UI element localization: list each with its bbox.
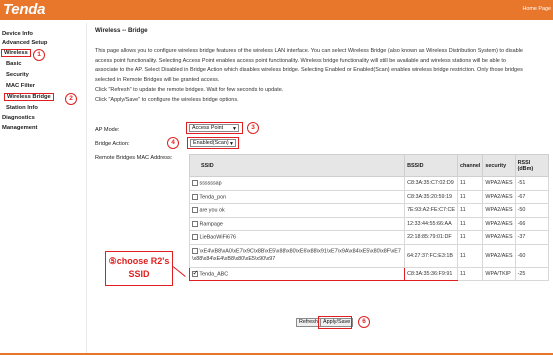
security-cell: WPA2/AES xyxy=(482,243,516,268)
sidebar: Device Info Advanced Setup Wireless Basi… xyxy=(0,23,86,355)
sidebar-item-mac-filter[interactable]: MAC Filter xyxy=(6,83,35,89)
channel-cell: 11 xyxy=(457,243,484,268)
rssi-cell: -51 xyxy=(514,176,550,191)
rssi-cell: -60 xyxy=(514,243,550,268)
row-checkbox[interactable] xyxy=(192,220,198,227)
callout-3: 3 xyxy=(247,122,259,134)
ssid-cell: Tenda_ABC xyxy=(199,270,229,277)
bssid-cell: C8:3A:35:20:59:19 xyxy=(404,189,459,204)
security-cell: WPA2/AES xyxy=(482,203,516,218)
bssid-cell: 7E:93:A2:FE:C7:CE xyxy=(404,203,459,218)
security-cell: WPA2/AES xyxy=(482,189,516,204)
description-line: Click "Refresh" to update the remote bri… xyxy=(95,86,284,93)
row-checkbox[interactable] xyxy=(192,234,198,241)
column-header-channel: channel xyxy=(457,154,484,177)
row-checkbox[interactable] xyxy=(192,248,198,255)
sidebar-item-basic[interactable]: Basic xyxy=(6,61,21,67)
rssi-cell: -25 xyxy=(514,266,550,281)
table-header-row: SSID BSSID channel security RSSI (dBm) xyxy=(188,154,550,177)
bssid-cell: 12:33:44:55:66:AA xyxy=(404,216,459,231)
channel-cell: 11 xyxy=(457,189,484,204)
rssi-cell: -67 xyxy=(514,189,550,204)
sidebar-item-advanced-setup[interactable]: Advanced Setup xyxy=(2,40,47,46)
rssi-cell: -37 xyxy=(514,230,550,245)
table-row[interactable]: ssssssap C8:3A:35:C7:02:D9 11 WPA2/AES -… xyxy=(188,176,550,191)
channel-cell: 11 xyxy=(457,230,484,245)
security-cell: WPA/TKIP xyxy=(482,266,516,281)
annotation-choose-ssid: ⑤choose R2's SSID xyxy=(105,251,173,286)
tenda-logo: Tenda xyxy=(3,1,46,18)
row-checkbox[interactable] xyxy=(192,207,198,214)
ap-mode-label: AP Mode: xyxy=(95,127,120,133)
bssid-cell: C8:3A:35:C7:02:D9 xyxy=(404,176,459,191)
table-row[interactable]: \xE4\xB8\xA0\xE7\x9C\x8B\xE5\x88\x80\xE6… xyxy=(188,243,550,268)
sidebar-item-management[interactable]: Management xyxy=(2,125,37,131)
bssid-cell: 22:18:85:79:01:DF xyxy=(404,230,459,245)
security-cell: WPA2/AES xyxy=(482,176,516,191)
home-page-link[interactable]: Home Page xyxy=(523,6,551,12)
top-header: Tenda Home Page xyxy=(0,0,553,20)
page-title: Wireless -- Bridge xyxy=(95,27,148,34)
column-header-security: security xyxy=(482,154,516,177)
bridge-action-label: Bridge Action: xyxy=(95,141,130,147)
sidebar-item-diagnostics[interactable]: Diagnostics xyxy=(2,115,35,121)
security-cell: WPA2/AES xyxy=(482,216,516,231)
description-line: This page allows you to configure wirele… xyxy=(95,48,523,54)
rssi-cell: -66 xyxy=(514,216,550,231)
bssid-cell: 64:27:37:FC:E3:1B xyxy=(404,243,459,268)
annotation-text: ⑤choose R2's xyxy=(108,256,170,266)
channel-cell: 11 xyxy=(457,266,484,281)
row-checkbox[interactable] xyxy=(192,193,198,200)
row-checkbox[interactable] xyxy=(192,269,198,277)
ssid-cell: are you ok xyxy=(199,207,225,214)
table-row[interactable]: LieBaoWiFi676 22:18:85:79:01:DF 11 WPA2/… xyxy=(188,230,550,245)
ssid-cell: ssssssap xyxy=(199,180,222,187)
remote-bridges-label: Remote Bridges MAC Address: xyxy=(95,155,173,161)
channel-cell: 11 xyxy=(457,216,484,231)
description-line: access point functionality. Selecting Ac… xyxy=(95,57,506,64)
sidebar-item-station-info[interactable]: Station Info xyxy=(6,105,38,111)
table-row[interactable]: Tenda_ABC C8:3A:35:36:F9:91 11 WPA/TKIP … xyxy=(188,266,550,281)
callout-2: 2 xyxy=(65,93,77,105)
description-line: selected in Remote Bridges will be grant… xyxy=(95,77,220,84)
table-row[interactable]: Rampage 12:33:44:55:66:AA 11 WPA2/AES -6… xyxy=(188,216,550,231)
channel-cell: 11 xyxy=(457,203,484,218)
table-row[interactable]: are you ok 7E:93:A2:FE:C7:CE 11 WPA2/AES… xyxy=(188,203,550,218)
callout-6: 6 xyxy=(358,316,370,328)
description-line: Click "Apply/Save" to configure the wire… xyxy=(95,96,239,103)
annotation-box-bridge-action xyxy=(187,137,239,149)
remote-bridges-table: SSID BSSID channel security RSSI (dBm) s… xyxy=(188,154,550,281)
page-description: This page allows you to configure wirele… xyxy=(95,47,550,105)
sidebar-item-security[interactable]: Security xyxy=(6,72,29,78)
description-line: associate to the AP. Select Disabled in … xyxy=(95,67,523,74)
ssid-cell: Rampage xyxy=(199,220,223,227)
sidebar-item-wireless-bridge[interactable]: Wireless Bridge xyxy=(4,93,54,101)
bssid-cell: C8:3A:35:36:F9:91 xyxy=(404,266,459,281)
row-checkbox[interactable] xyxy=(192,180,198,187)
channel-cell: 11 xyxy=(457,176,484,191)
rssi-cell: -50 xyxy=(514,203,550,218)
annotation-box-ap-mode xyxy=(186,122,243,134)
security-cell: WPA2/AES xyxy=(482,230,516,245)
annotation-text: SSID xyxy=(128,269,150,279)
column-header-rssi: RSSI (dBm) xyxy=(514,154,550,177)
table-row[interactable]: Tenda_pon C8:3A:35:20:59:19 11 WPA2/AES … xyxy=(188,189,550,204)
sidebar-divider xyxy=(86,23,87,355)
sidebar-item-device-info[interactable]: Device Info xyxy=(2,31,33,37)
ssid-cell: LieBaoWiFi676 xyxy=(199,234,237,241)
ssid-cell: Tenda_pon xyxy=(199,193,227,200)
annotation-box-apply xyxy=(318,316,352,329)
column-header-bssid: BSSID xyxy=(404,154,459,177)
annotation-pointer xyxy=(172,266,186,277)
callout-1: 1 xyxy=(33,49,45,61)
callout-4: 4 xyxy=(167,137,179,149)
ssid-cell: \xE4\xB8\xA0\xE7\x9C\x8B\xE5\x88\x80\xE6… xyxy=(192,248,401,262)
column-header-ssid: SSID xyxy=(188,154,406,177)
sidebar-item-wireless[interactable]: Wireless xyxy=(1,49,31,57)
